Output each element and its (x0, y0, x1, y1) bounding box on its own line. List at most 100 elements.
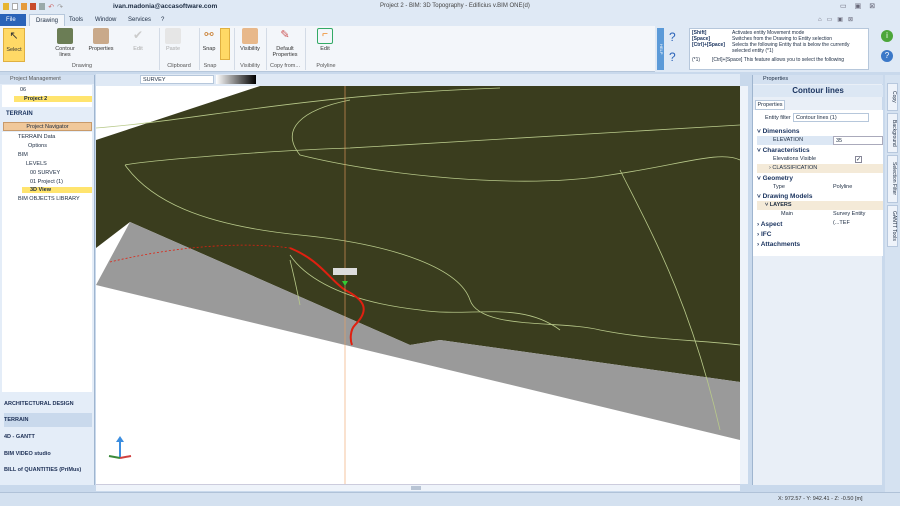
elevations-visible-checkbox[interactable]: ✓ (855, 156, 862, 163)
tab-tools[interactable]: Tools (63, 14, 89, 26)
entity-filter-select[interactable]: Contour lines (1) (793, 113, 869, 122)
user-email: ivan.madonia@accasoftware.com (113, 3, 218, 10)
classification-row[interactable]: › CLASSIFICATION (757, 164, 883, 173)
tree-item[interactable]: TERRAIN Data (18, 134, 55, 140)
view-toolbar: SURVEY (96, 74, 740, 86)
project-item[interactable]: 06 (20, 87, 26, 93)
tab-file[interactable]: File (0, 14, 26, 26)
tab-drawing[interactable]: Drawing (29, 14, 66, 26)
level-select[interactable]: SURVEY (140, 75, 214, 84)
info-icon[interactable]: i (881, 30, 893, 42)
vertical-scrollbar[interactable] (740, 86, 748, 484)
visibility-button[interactable]: Visibility (237, 28, 263, 52)
window-controls[interactable]: ▭▣⊠ (840, 2, 883, 10)
default-properties-button[interactable]: ✎ Default Properties (268, 28, 302, 58)
section-label: Characteristics (762, 147, 810, 154)
contour-icon (57, 28, 73, 44)
side-tab-selection-filter[interactable]: Selection Filter (887, 155, 898, 203)
select-button[interactable]: ↖ Select (3, 28, 25, 62)
help-video-icon[interactable]: ? (669, 50, 683, 64)
properties-button[interactable]: Properties (86, 28, 116, 52)
help-key: [Ctrl]+[Space] (692, 42, 725, 48)
contour-lines-button[interactable]: Contour lines (52, 28, 78, 58)
module-bill-of-quantities[interactable]: BILL of QUANTITIES (PriMus) (4, 463, 92, 477)
separator (305, 28, 306, 70)
help-text: [Shift] Activates entity Movement mode [S… (689, 28, 869, 70)
horizontal-scrollbar[interactable] (96, 484, 740, 491)
tree-item[interactable]: 01 Project (1) (30, 179, 63, 185)
group-copy-from: Copy from... (270, 63, 300, 69)
tree-item-selected[interactable]: 3D View (22, 187, 92, 193)
section-label: Drawing Models (762, 193, 813, 200)
coordinates-readout: X: 972.57 - Y: 942.41 - Z: -0.50 [m] (778, 496, 863, 502)
help-label: HELP (657, 28, 664, 70)
module-architectural-design[interactable]: ARCHITECTURAL DESIGN (4, 397, 92, 411)
help-icon[interactable]: ? (881, 50, 893, 62)
section-drawing-models[interactable]: ˅ Drawing Models (757, 192, 883, 201)
classification-label: CLASSIFICATION (772, 165, 818, 171)
paste-label: Paste (165, 46, 181, 52)
status-bar: X: 972.57 - Y: 942.41 - Z: -0.50 [m] (0, 492, 900, 506)
main-label: Main (781, 211, 793, 217)
section-ifc[interactable]: › IFC (757, 230, 883, 239)
project-tree: TERRAIN Data Options BIM LEVELS 00 SURVE… (2, 132, 92, 202)
tab-help[interactable]: ? (155, 14, 170, 26)
properties-label: Properties (88, 46, 114, 52)
module-bim-video[interactable]: BIM VIDEO studio (4, 447, 92, 461)
entity-header: Contour lines (753, 85, 883, 97)
tab-window[interactable]: Window (89, 14, 122, 26)
undo-icon[interactable]: ↶ (48, 3, 54, 11)
edit-polyline-label: Edit (320, 46, 330, 52)
section-dimensions[interactable]: ˅ Dimensions (757, 127, 883, 136)
module-terrain[interactable]: TERRAIN (4, 413, 92, 427)
section-attachments[interactable]: › Attachments (757, 240, 883, 249)
print-icon[interactable] (39, 3, 46, 10)
tab-properties[interactable]: Properties (755, 100, 785, 110)
check-icon: ✔ (132, 28, 144, 42)
project-item-selected[interactable]: Project 2 (14, 96, 92, 102)
section-label: Aspect (760, 221, 783, 228)
redo-icon[interactable]: ↷ (57, 3, 63, 11)
tree-item[interactable]: LEVELS (26, 161, 47, 167)
entity-filter-label: Entity filter (765, 115, 791, 121)
3d-viewport[interactable] (96, 86, 740, 484)
section-label: IFC (760, 231, 772, 238)
tree-item[interactable]: 00 SURVEY (30, 170, 60, 176)
side-tab-gantt-tools[interactable]: GANTT Tools (887, 205, 898, 247)
group-clipboard: Clipboard (167, 63, 191, 69)
save-icon[interactable] (30, 3, 37, 10)
type-row: Type Polyline (757, 183, 883, 192)
visibility-label: Visibility (240, 46, 260, 52)
edit-label: Edit (133, 46, 143, 52)
snap-button[interactable]: ⚯ Snap (200, 28, 218, 52)
side-tab-copy[interactable]: Copy (887, 83, 898, 111)
panel-title: Properties (753, 75, 883, 84)
layers-label: LAYERS (769, 202, 792, 208)
tree-item[interactable]: BIM (18, 152, 28, 158)
eyedropper-icon: ✎ (280, 29, 290, 41)
section-geometry[interactable]: ˅ Geometry (757, 174, 883, 183)
module-gantt[interactable]: 4D - GANTT (4, 430, 92, 444)
tree-item[interactable]: Options (28, 143, 47, 149)
scroll-thumb[interactable] (411, 486, 421, 490)
open-icon[interactable] (21, 3, 28, 10)
section-characteristics[interactable]: ˅ Characteristics (757, 146, 883, 155)
project-navigator-button[interactable]: Project Navigator (3, 122, 92, 131)
edit-polyline-button[interactable]: ⌐ Edit (315, 28, 335, 52)
paste-button[interactable]: Paste (163, 28, 183, 52)
doc-window-controls[interactable]: ⌂▭▣⊠ (818, 16, 858, 23)
side-tab-background[interactable]: Background (887, 113, 898, 153)
group-polyline: Polyline (316, 63, 336, 69)
tab-services[interactable]: Services (122, 14, 157, 26)
edit-button[interactable]: ✔ Edit (128, 28, 148, 52)
section-aspect[interactable]: › Aspect (757, 220, 883, 229)
snap-options[interactable] (220, 28, 230, 60)
help-question-icon[interactable]: ? (669, 30, 683, 44)
layers-row[interactable]: ˅ LAYERS (757, 201, 883, 210)
elevation-input[interactable]: 35 (833, 136, 883, 145)
shade-slider[interactable] (216, 75, 256, 84)
new-icon[interactable] (12, 3, 19, 10)
axis-gizmo-icon (108, 436, 132, 459)
entity-filter-row: Entity filter Contour lines (1) (753, 110, 883, 126)
side-tabs: Copy Background Selection Filter GANTT T… (885, 75, 900, 495)
